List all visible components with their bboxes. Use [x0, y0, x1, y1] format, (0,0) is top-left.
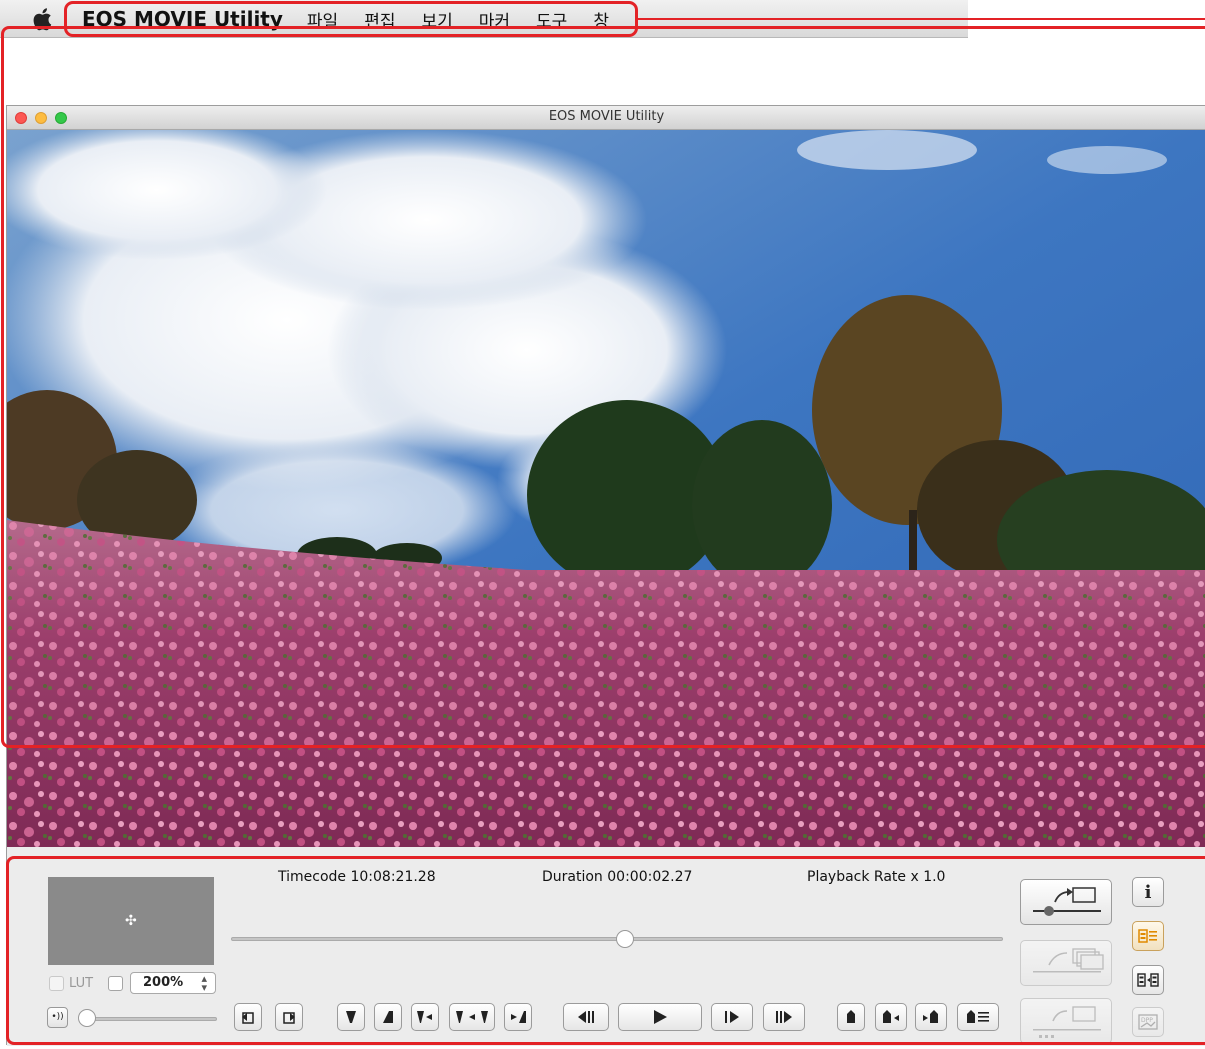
- next-marker-button[interactable]: [915, 1003, 947, 1031]
- go-in-point-icon: [417, 1011, 432, 1023]
- dpp-button[interactable]: DPP: [1132, 1007, 1164, 1037]
- apple-icon[interactable]: [32, 6, 56, 32]
- extract-range-button[interactable]: [1020, 998, 1112, 1044]
- extract-still-icon: [1033, 887, 1101, 916]
- frame-right-icon: [283, 1012, 295, 1024]
- speaker-icon[interactable]: •)): [47, 1007, 68, 1028]
- window-title: EOS MOVIE Utility: [548, 109, 665, 124]
- info-button[interactable]: i: [1132, 877, 1164, 907]
- volume-slider-knob[interactable]: [78, 1009, 96, 1027]
- filmstrip-view-button[interactable]: [1132, 965, 1164, 995]
- export-frame-button[interactable]: [275, 1003, 303, 1031]
- save-frame-button[interactable]: [234, 1003, 262, 1031]
- menu-highlight-frame: [64, 1, 638, 37]
- info-icon: i: [1144, 881, 1152, 903]
- video-viewer[interactable]: [7, 130, 1205, 847]
- zoom-checkbox[interactable]: [108, 976, 123, 991]
- extract-range-icon: [1033, 1006, 1101, 1038]
- extract-sequence-icon: [1033, 948, 1104, 973]
- play-icon: [654, 1010, 667, 1024]
- play-button[interactable]: [618, 1003, 702, 1031]
- marker-prev-icon: [883, 1010, 899, 1023]
- fast-forward-icon: [776, 1011, 792, 1023]
- fast-forward-button[interactable]: [763, 1003, 805, 1031]
- in-point-icon: [346, 1011, 356, 1023]
- video-frame-image: [7, 130, 1205, 847]
- zoom-select[interactable]: 200% ▴ ▾: [130, 972, 216, 994]
- stepper-arrows-icon: ▴ ▾: [201, 972, 207, 994]
- dpp-icon: DPP: [1138, 1014, 1158, 1030]
- go-to-out-point-button[interactable]: [504, 1003, 532, 1031]
- filmstrip-list-icon: [1138, 929, 1157, 943]
- frame-left-icon: [242, 1012, 254, 1024]
- crosshair-icon: ✣: [125, 913, 137, 929]
- go-to-in-point-button[interactable]: [411, 1003, 439, 1031]
- marker-icon: [847, 1010, 855, 1023]
- previous-frame-button[interactable]: [563, 1003, 609, 1031]
- timecode-label: Timecode 10:08:21.28: [278, 869, 436, 885]
- duration-label: Duration 00:00:02.27: [542, 869, 693, 885]
- extract-still-button[interactable]: [1020, 879, 1112, 925]
- go-out-point-icon: [511, 1011, 526, 1023]
- lut-label: LUT: [69, 976, 94, 991]
- out-point-icon: [383, 1011, 393, 1023]
- navigator-preview[interactable]: ✣: [48, 877, 214, 965]
- extract-sequence-button[interactable]: [1020, 940, 1112, 986]
- add-marker-button[interactable]: [837, 1003, 865, 1031]
- seek-slider-knob[interactable]: [615, 930, 634, 948]
- play-in-out-button[interactable]: [449, 1003, 495, 1031]
- set-in-point-button[interactable]: [337, 1003, 365, 1031]
- lut-checkbox[interactable]: [49, 976, 64, 991]
- playback-rate-label: Playback Rate x 1.0: [807, 869, 946, 885]
- play-range-icon: [456, 1011, 488, 1023]
- previous-marker-button[interactable]: [875, 1003, 907, 1031]
- playback-controls-panel: ✣ LUT 200% ▴ ▾ •)) Timecode 10:08:21.28 D…: [7, 859, 1205, 1046]
- zoom-value: 200%: [143, 975, 184, 990]
- marker-panel-toggle[interactable]: [1132, 921, 1164, 951]
- marker-next-icon: [923, 1010, 938, 1023]
- title-bar: EOS MOVIE Utility: [7, 106, 1205, 130]
- callout-line: [638, 18, 1205, 20]
- step-forward-icon: [725, 1011, 739, 1023]
- marker-list-icon: [967, 1010, 989, 1023]
- step-back-icon: [578, 1011, 594, 1023]
- volume-slider-track[interactable]: [79, 1017, 217, 1021]
- set-out-point-button[interactable]: [374, 1003, 402, 1031]
- marker-list-button[interactable]: [957, 1003, 999, 1031]
- next-frame-button[interactable]: [711, 1003, 753, 1031]
- app-window: EOS MOVIE Utility ✣ LUT 200% ▴ ▾ •)) Tim…: [6, 105, 1205, 1046]
- filmstrip-icon: [1137, 973, 1159, 987]
